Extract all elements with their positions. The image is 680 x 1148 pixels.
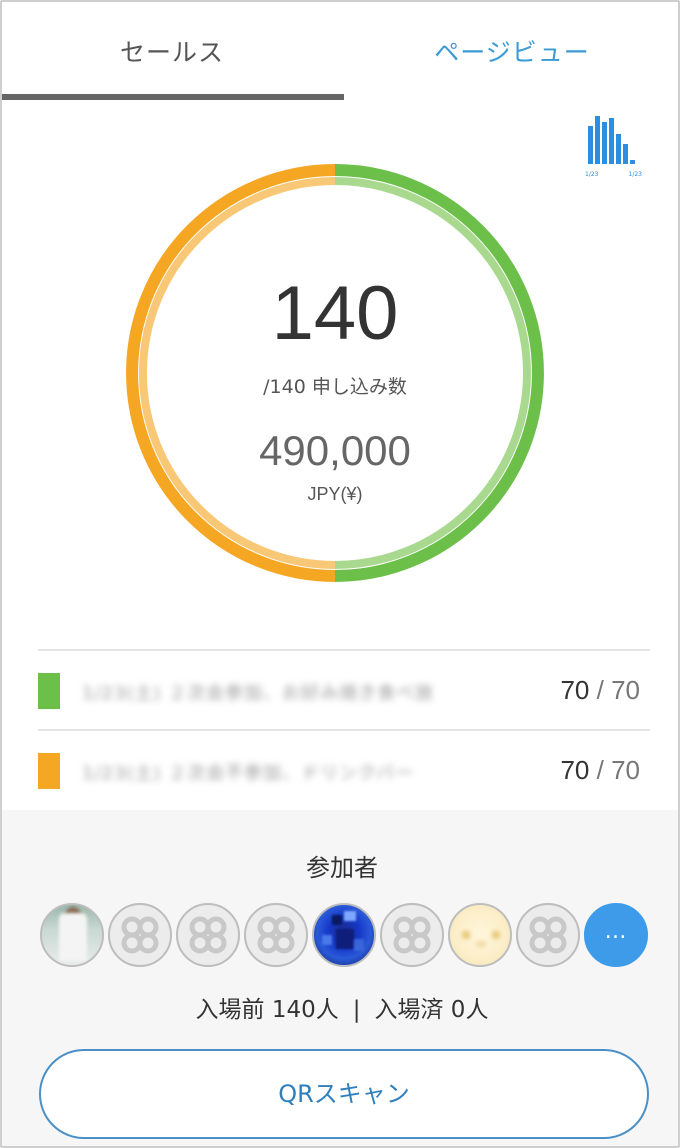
ticket-color-swatch: [38, 673, 60, 709]
tab-sales[interactable]: セールス: [2, 2, 344, 100]
qr-scan-button[interactable]: QRスキャン: [39, 1049, 649, 1139]
entry-status-divider: |: [352, 997, 361, 1023]
bar-chart-icon[interactable]: 1/23 1/23: [584, 114, 642, 178]
participants-title: 参加者: [306, 854, 378, 882]
ticket-sold: 70: [560, 675, 590, 705]
participant-avatar-list: …: [40, 903, 652, 967]
ticket-name: 1/23(土) ２次会不参加、ドリンクバー: [82, 763, 415, 783]
ticket-row[interactable]: 1/23(土) ２次会不参加、ドリンクバー 70 / 70: [38, 729, 650, 809]
participant-avatar-photo[interactable]: [312, 903, 376, 967]
application-count: 140: [271, 271, 399, 356]
chart-icon-end-label: 1/23: [628, 171, 642, 178]
participant-avatar-photo[interactable]: [40, 903, 104, 967]
participants-panel: 参加者 … 入場前 140人 | 入場済 0人 QRスキャン: [2, 810, 678, 1146]
default-avatar-icon[interactable]: [380, 903, 444, 967]
sales-amount: 490,000: [259, 427, 411, 474]
ticket-separator: /: [596, 675, 604, 705]
app-screen: セールス ページビュー 1/23 1/23 140 /140 申し込み数 490…: [0, 0, 680, 1148]
tab-bar: セールス ページビュー: [2, 2, 678, 100]
tab-page-views[interactable]: ページビュー: [342, 2, 678, 100]
application-count-label: /140 申し込み数: [263, 376, 407, 398]
default-avatar-icon[interactable]: [108, 903, 172, 967]
ticket-name: 1/23(土) ２次会参加、お好み焼き食べ放: [82, 683, 435, 703]
ticket-separator: /: [596, 755, 604, 785]
ticket-list: 1/23(土) ２次会参加、お好み焼き食べ放 70 / 70 1/23(土) ２…: [38, 649, 650, 809]
default-avatar-icon[interactable]: [244, 903, 308, 967]
entry-before-count: 入場前 140人: [195, 997, 339, 1023]
ticket-row[interactable]: 1/23(土) ２次会参加、お好み焼き食べ放 70 / 70: [38, 649, 650, 729]
entry-after-count: 入場済 0人: [374, 997, 489, 1023]
ticket-total: 70: [611, 755, 640, 785]
default-avatar-icon[interactable]: [176, 903, 240, 967]
default-avatar-icon[interactable]: [516, 903, 580, 967]
more-participants-button[interactable]: …: [584, 903, 648, 967]
ticket-total: 70: [611, 675, 640, 705]
ticket-count: 70 / 70: [560, 755, 640, 786]
participant-avatar-photo[interactable]: [448, 903, 512, 967]
ticket-count: 70 / 70: [560, 675, 640, 706]
entry-status: 入場前 140人 | 入場済 0人: [2, 990, 678, 1024]
sales-ring-chart: 140 /140 申し込み数 490,000 JPY(¥): [126, 164, 544, 582]
ticket-color-swatch: [38, 753, 60, 789]
chart-icon-start-label: 1/23: [585, 171, 599, 178]
currency-label: JPY(¥): [307, 484, 363, 504]
ticket-sold: 70: [560, 755, 590, 785]
ring-center: 140 /140 申し込み数 490,000 JPY(¥): [126, 164, 544, 582]
